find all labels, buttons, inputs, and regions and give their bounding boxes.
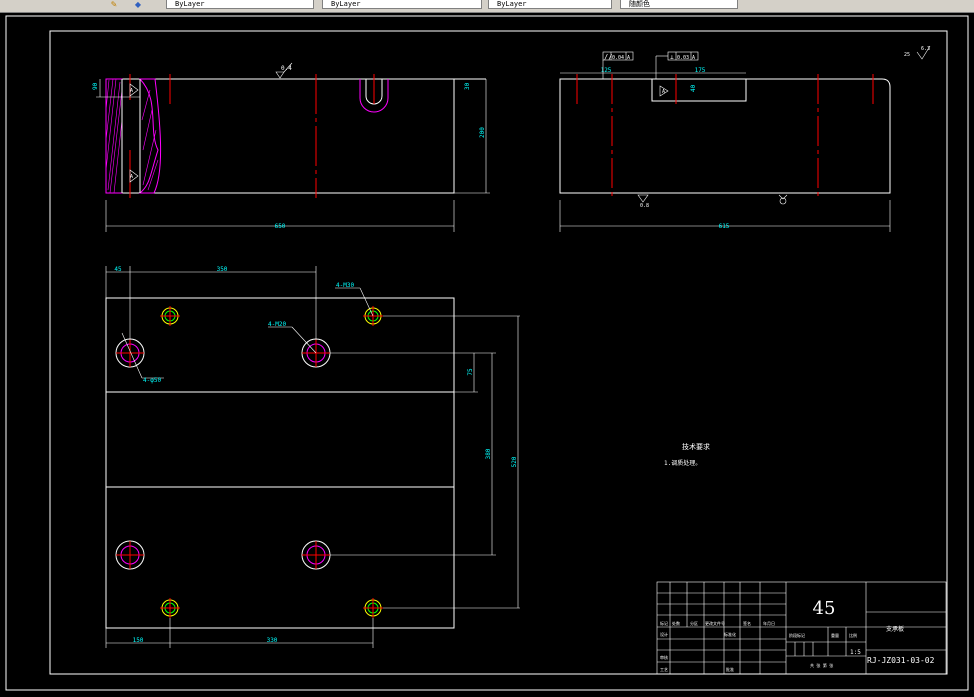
- dim-right-top: 30: [464, 82, 471, 90]
- part-name: 支承板: [886, 625, 904, 633]
- tb-header-date: 年月日: [763, 620, 775, 626]
- tb-header-mark: 标记: [660, 620, 668, 626]
- tolerance-2-datum: A: [692, 55, 695, 61]
- layer-state-icon[interactable]: ◆: [132, 0, 144, 9]
- side-dim-left: 125: [601, 67, 612, 74]
- tolerance-1-value: 0.04: [612, 55, 624, 61]
- notes-line-1: 1.调质处理。: [664, 459, 701, 467]
- front-view: 650 200 30 90 0.4 A A: [92, 62, 490, 232]
- section-hatch: [105, 78, 162, 194]
- tb-standardize: 标准化: [724, 631, 736, 637]
- technical-notes: 技术要求 1.调质处理。: [664, 442, 710, 467]
- tb-header-sign: 签名: [743, 620, 751, 626]
- drawing-canvas[interactable]: 650 200 30 90 0.4 A A 615 125 175 40 // …: [0, 12, 974, 697]
- tolerance-frame-parallel: // 0.04 A: [602, 51, 634, 79]
- dim-bottom-left: 150: [133, 637, 144, 644]
- dim-380: 380: [485, 448, 492, 459]
- dim-bottom-right: 330: [267, 637, 278, 644]
- tolerance-1-datum: A: [627, 55, 630, 61]
- side-dim-height: 40: [690, 84, 697, 92]
- tb-row-review: 审核: [660, 654, 668, 660]
- tolerance-2-value: 0.03: [677, 55, 689, 61]
- dim-width: 650: [275, 223, 286, 230]
- tb-row-design: 设计: [660, 631, 668, 637]
- dim-height: 200: [479, 127, 486, 138]
- hole-label-m20: 4-M20: [268, 321, 286, 328]
- drawing-number: RJ-JZ031-03-02: [867, 656, 935, 665]
- hole-large-bl: [115, 540, 145, 570]
- tb-weight: 重量: [831, 632, 839, 638]
- layer-properties-icon[interactable]: ✎: [108, 0, 120, 9]
- side-datum-a: A: [662, 89, 665, 95]
- side-dim-width: 615: [719, 223, 730, 230]
- dim-left: 90: [92, 82, 99, 90]
- hole-label-m30: 4-M30: [336, 282, 354, 289]
- tolerance-frame-perpendicular: ⊥ 0.03 A: [655, 51, 699, 79]
- tb-stage: 阶段标记: [789, 632, 805, 638]
- dim-75: 75: [467, 368, 474, 376]
- datum-a-bottom: A: [130, 174, 133, 180]
- side-view: 615 125 175 40 // 0.04 A ⊥ 0.03 A A 0.8 …: [559, 45, 931, 232]
- lineweight-dropdown[interactable]: ByLayer: [488, 0, 612, 9]
- tb-header-count: 处数: [672, 620, 680, 626]
- dim-45: 45: [114, 266, 122, 273]
- roughness-mark: 0.4: [281, 65, 292, 72]
- dim-520: 520: [511, 456, 518, 467]
- tb-sheet: 共 张 第 张: [810, 662, 833, 668]
- svg-text:⊥: ⊥: [670, 54, 674, 61]
- tb-row-process: 工艺: [660, 667, 668, 672]
- tb-approve: 批准: [726, 666, 734, 672]
- scale-value: 1:5: [850, 649, 861, 656]
- hole-large-tl: [115, 338, 145, 368]
- tb-header-zone: 分区: [690, 620, 698, 626]
- hole-large-bm: [301, 540, 331, 570]
- side-datum-bottom: 0.8: [640, 203, 649, 209]
- dim-350: 350: [217, 266, 228, 273]
- linetype-dropdown[interactable]: ByLayer: [322, 0, 482, 9]
- material-label: 45: [813, 598, 836, 619]
- hole-small-tl: [160, 306, 180, 326]
- plan-view: 45 350 4-M30 4-M20 4-φ50 75 380 520 150 …: [105, 266, 520, 648]
- tb-header-file: 更改文件号: [705, 620, 725, 626]
- datum-a-top: A: [130, 88, 133, 94]
- roughness-corner-value: 6.3: [921, 46, 930, 52]
- hole-label-phi50: 4-φ50: [143, 377, 161, 384]
- roughness-corner-label: 25: [904, 52, 910, 58]
- hole-small-bl: [160, 598, 180, 618]
- color-dropdown[interactable]: ByLayer: [166, 0, 314, 9]
- hole-small-br: [363, 598, 383, 618]
- plotstyle-dropdown[interactable]: 随颜色: [620, 0, 738, 9]
- notes-title: 技术要求: [682, 442, 710, 451]
- drawing-frame: [49, 30, 948, 675]
- tb-scale: 比例: [849, 632, 857, 638]
- side-dim-mid: 175: [695, 67, 706, 74]
